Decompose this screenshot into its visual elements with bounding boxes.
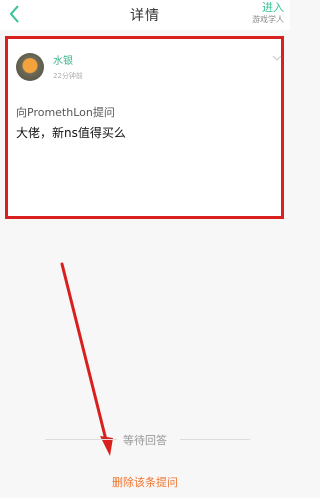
question-detail-page: 详情 进入 游戏学人 水银 22分钟前 向PromethLon提问 大佬，新ns… — [0, 0, 290, 498]
delete-question-button[interactable]: 删除该条提问 — [0, 474, 290, 490]
divider-right — [180, 439, 250, 440]
waiting-status: 等待回答 — [123, 434, 167, 447]
annotation-arrow — [60, 262, 113, 456]
